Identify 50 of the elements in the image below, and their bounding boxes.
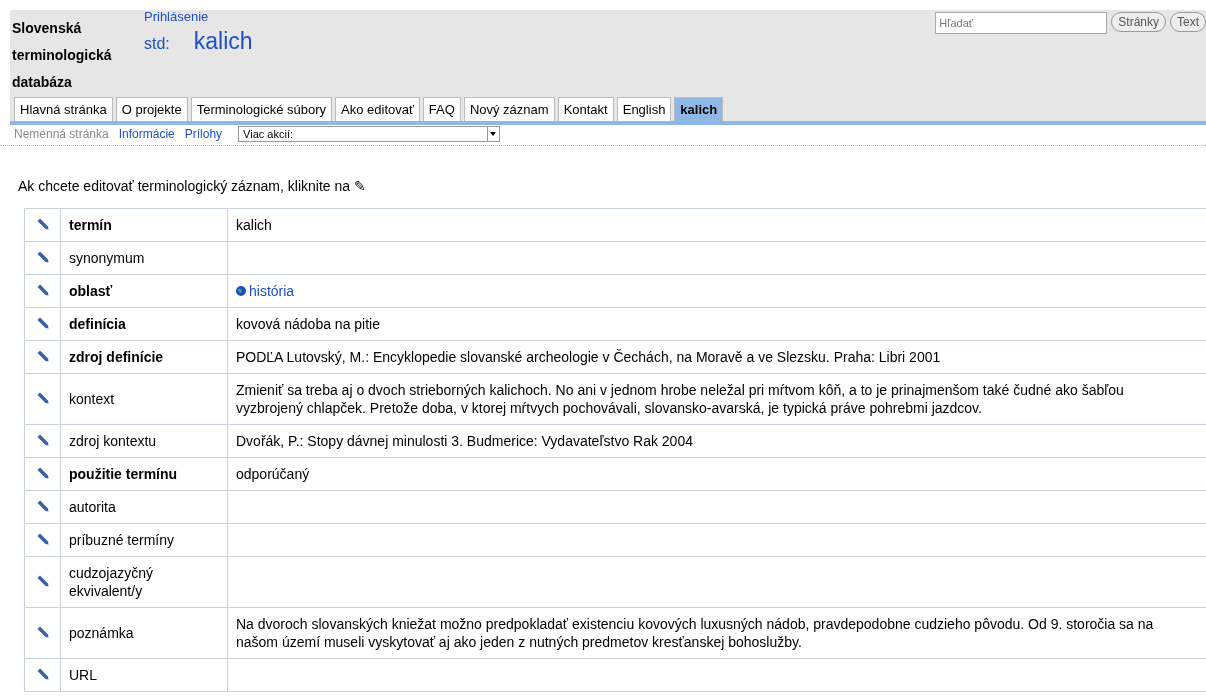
nav-tab[interactable]: Terminologické súbory	[190, 97, 333, 121]
nav-tab[interactable]: Hlavná stránka	[14, 97, 113, 121]
field-label: autorita	[60, 490, 228, 524]
nav-tab[interactable]: Nový záznam	[463, 97, 555, 121]
field-label: príbuzné termíny	[60, 523, 228, 557]
pencil-icon[interactable]	[36, 500, 49, 512]
pencil-icon[interactable]	[36, 467, 49, 479]
pencil-icon[interactable]	[36, 668, 49, 680]
field-value: kalich	[227, 208, 1206, 242]
domain-link[interactable]: história	[249, 283, 295, 299]
nav-tab[interactable]: Kontakt	[557, 97, 614, 121]
pencil-icon[interactable]	[36, 626, 49, 638]
instruction-text: Ak chcete editovať terminologický záznam, kliknite na ✎	[18, 178, 367, 194]
field-label: oblasť	[60, 274, 228, 308]
nav-tab[interactable]: O projekte	[115, 97, 188, 121]
actions-select[interactable]: Viac akcií:	[238, 126, 501, 142]
pencil-icon[interactable]	[36, 350, 49, 362]
pencil-icon[interactable]	[36, 317, 49, 329]
search-field[interactable]: Hľadať	[935, 12, 1108, 34]
field-label: použitie termínu	[60, 457, 228, 491]
nav-tab[interactable]: English	[616, 97, 672, 121]
action-link[interactable]: Informácie	[118, 127, 175, 141]
pencil-icon[interactable]	[36, 218, 49, 230]
pencil-icon[interactable]	[36, 575, 49, 587]
immutable-page-label: Nemenná stránka	[14, 127, 109, 141]
field-label: cudzojazyčný ekvivalent/y	[60, 556, 228, 608]
search-button[interactable]: Text	[1170, 12, 1206, 32]
field-label: definícia	[60, 307, 228, 341]
field-label: zdroj kontextu	[60, 424, 228, 458]
nav-tab[interactable]: Ako editovať	[335, 97, 420, 121]
action-link[interactable]: Prílohy	[184, 127, 223, 141]
nav-tab[interactable]: kalich	[674, 97, 724, 121]
site-title: Slovenská terminologická databáza	[11, 19, 113, 92]
field-label: poznámka	[60, 607, 228, 659]
globe-icon	[236, 286, 246, 296]
page-title[interactable]: kalich	[193, 28, 253, 55]
field-label: URL	[60, 658, 228, 692]
field-label: synonymum	[60, 241, 228, 275]
field-label: zdroj definície	[60, 340, 228, 374]
pencil-icon[interactable]	[36, 533, 49, 545]
field-label: termín	[60, 208, 228, 242]
search-button[interactable]: Stránky	[1111, 12, 1166, 32]
field-label: kontext	[60, 373, 228, 425]
pencil-icon[interactable]	[36, 392, 49, 404]
namespace-link[interactable]: std:	[144, 35, 170, 53]
nav-tab[interactable]: FAQ	[422, 97, 461, 121]
pencil-icon[interactable]	[36, 251, 49, 263]
pencil-icon[interactable]	[36, 284, 49, 296]
pencil-icon[interactable]	[36, 434, 49, 446]
login-link[interactable]: Prihlásenie	[144, 9, 209, 24]
